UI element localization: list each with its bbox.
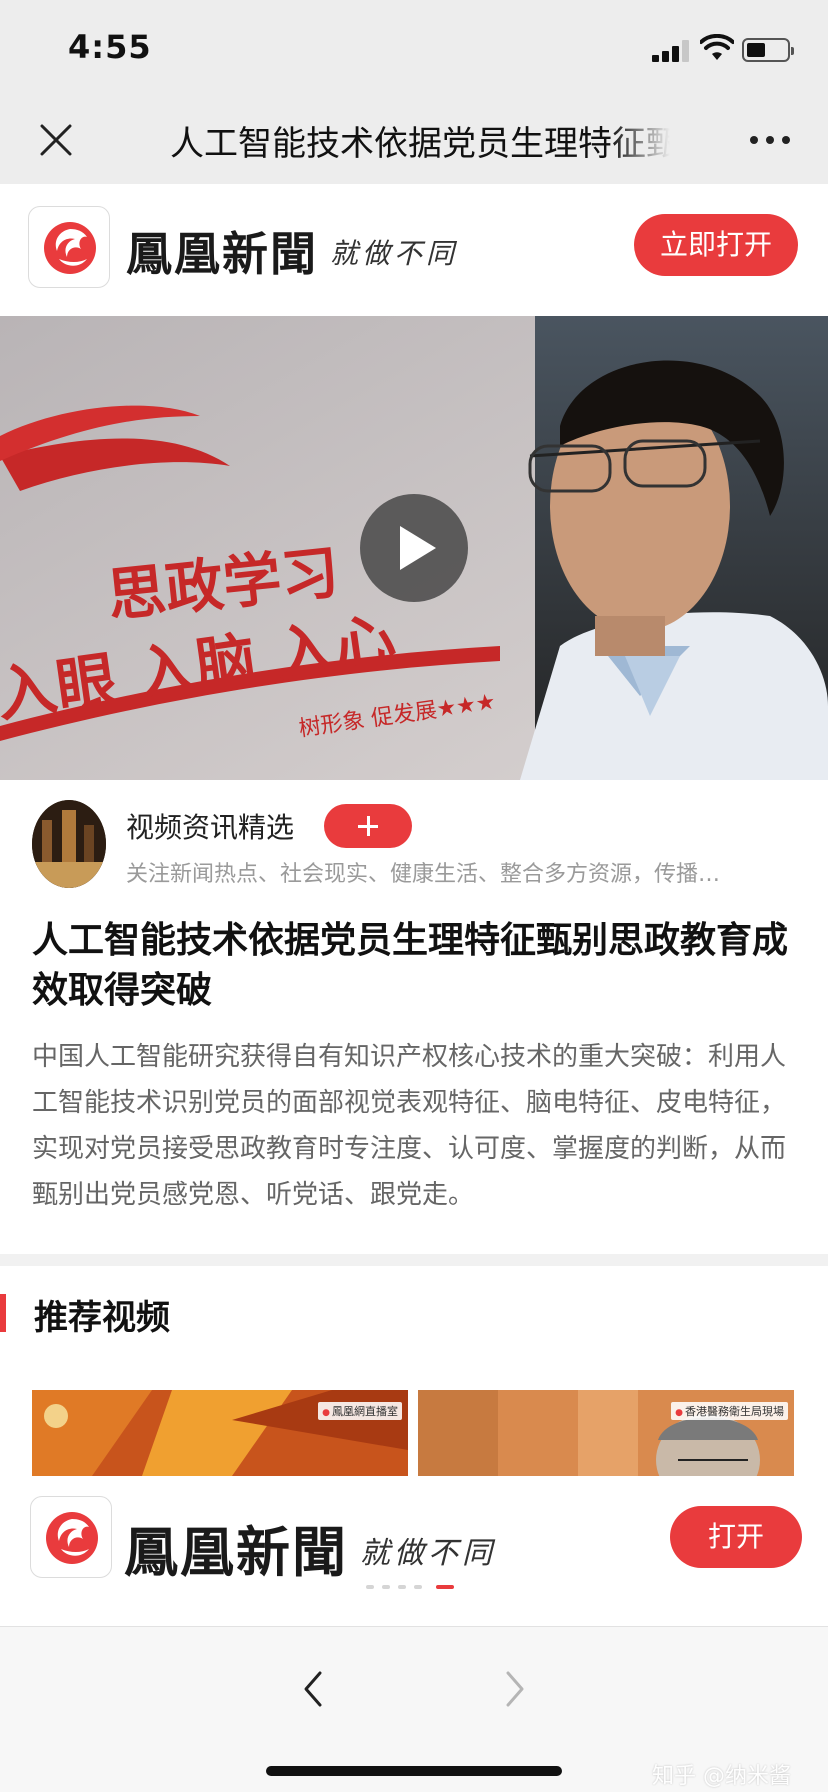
article-summary: 中国人工智能研究获得自有知识产权核心技术的重大突破：利用人工智能技术识别党员的面… [32,1042,787,1210]
recommended-video-thumbnail[interactable]: 鳳凰網直播室 [32,1390,408,1476]
close-icon[interactable] [36,120,76,160]
ifeng-logo [30,1496,112,1578]
recommended-title: 推荐视频 [34,1298,170,1338]
author-name[interactable]: 视频资讯精选 [126,806,294,846]
battery-icon [742,38,794,62]
play-icon [400,526,436,570]
section-accent-bar [0,1294,6,1332]
status-bar: 4:55 [0,0,828,96]
watermark: 知乎 @纳米酱 [652,1764,791,1789]
status-time: 4:55 [68,28,152,66]
recommended-video-thumbnail[interactable]: 香港醫務衛生局現場 [418,1390,794,1476]
home-indicator [266,1766,562,1776]
open-app-button[interactable]: 打开 [670,1506,802,1568]
thumbnail-source-tag: 鳳凰網直播室 [318,1402,402,1420]
section-divider [0,1254,828,1266]
floating-app-banner: 鳳凰新聞 就做不同 打开 [0,1476,828,1626]
brand-slogan: 就做不同 [330,237,459,270]
nav-bar: 人工智能技术依据党员生理特征甄别思政教育成效取得突破 [0,96,828,184]
more-options-icon[interactable] [750,136,794,146]
author-avatar[interactable] [32,800,106,888]
brand-name: 鳳凰新聞 [124,1520,348,1584]
thumbnail-source-tag: 香港醫務衛生局現場 [671,1402,788,1420]
forward-arrow-icon[interactable] [500,1669,530,1709]
page-title: 人工智能技术依据党员生理特征甄别思政教育成效取得突破 [170,124,670,162]
brand-slogan: 就做不同 [360,1536,496,1571]
author-description: 关注新闻热点、社会现实、健康生活、整合多方资源，传播… [126,862,721,887]
wifi-icon [700,34,734,60]
follow-button[interactable] [324,804,412,848]
brand-name: 鳳凰新聞 [126,227,318,281]
ifeng-logo [28,206,110,288]
open-app-button[interactable]: 立即打开 [634,214,798,276]
article-headline: 人工智能技术依据党员生理特征甄别思政教育成效取得突破 [32,920,789,1011]
cellular-signal-icon [652,40,692,62]
back-arrow-icon[interactable] [298,1669,328,1709]
app-download-banner: 鳳凰新聞 就做不同 立即打开 [0,184,828,316]
play-button[interactable] [360,494,468,602]
